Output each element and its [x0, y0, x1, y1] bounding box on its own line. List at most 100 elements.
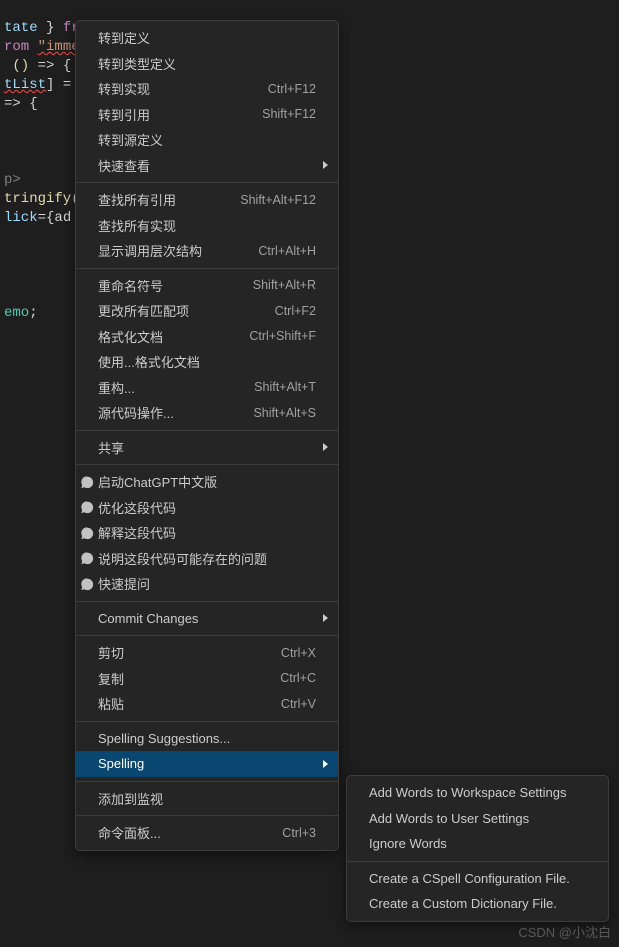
menu-item[interactable]: 解释这段代码 [76, 520, 338, 546]
menu-item[interactable]: 转到源定义 [76, 127, 338, 153]
menu-item[interactable]: 格式化文档 Ctrl+Shift+F [76, 324, 338, 350]
menu-separator [76, 601, 338, 602]
menu-item[interactable]: 复制 Ctrl+C [76, 666, 338, 692]
menu-separator [76, 721, 338, 722]
menu-group: 重命名符号Shift+Alt+R 更改所有匹配项 Ctrl+F2 格式化文档 Ctrl+… [76, 273, 338, 426]
menu-item-label: 粘贴 [98, 694, 269, 713]
menu-item[interactable]: 重构...Shift+Alt+T [76, 375, 338, 401]
menu-item[interactable]: 转到定义 [76, 25, 338, 51]
menu-item-label: 快速查看 [98, 156, 316, 175]
menu-item-label: 剪切 [98, 643, 269, 662]
menu-item-label: Add Words to User Settings [369, 811, 586, 826]
menu-item-shortcut: Ctrl+3 [282, 826, 316, 840]
menu-item-label: 解释这段代码 [98, 523, 316, 542]
menu-item-label: Spelling [98, 756, 316, 771]
menu-separator [347, 861, 608, 862]
menu-item-label: 查找所有引用 [98, 190, 228, 209]
menu-item-label: 源代码操作... [98, 403, 241, 422]
menu-item-label: 共享 [98, 438, 316, 457]
menu-item[interactable]: 转到实现 Ctrl+F12 [76, 76, 338, 102]
chevron-right-icon [323, 443, 328, 451]
menu-item-label: Create a CSpell Configuration File. [369, 871, 586, 886]
menu-item[interactable]: Commit Changes [76, 606, 338, 632]
menu-item-label: 命令面板... [98, 823, 270, 842]
menu-item[interactable]: 快速提问 [76, 571, 338, 597]
menu-item[interactable]: 查找所有引用 Shift+Alt+F12 [76, 187, 338, 213]
menu-item[interactable]: 命令面板... Ctrl+3 [76, 820, 338, 846]
menu-item[interactable]: 优化这段代码 [76, 495, 338, 521]
menu-item-label: Ignore Words [369, 836, 586, 851]
menu-item[interactable]: 剪切Ctrl+X [76, 640, 338, 666]
menu-item-label: 格式化文档 [98, 327, 237, 346]
menu-item[interactable]: 快速查看 [76, 153, 338, 179]
menu-item-label: 重命名符号 [98, 276, 241, 295]
chatgpt-icon [80, 551, 94, 565]
menu-item-label: 启动ChatGPT中文版 [98, 472, 316, 491]
menu-item-shortcut: Ctrl+V [281, 697, 316, 711]
menu-item[interactable]: 粘贴 Ctrl+V [76, 691, 338, 717]
menu-group: Commit Changes [76, 606, 338, 632]
chatgpt-icon [80, 577, 94, 591]
menu-item-label: 转到实现 [98, 79, 256, 98]
menu-separator [76, 268, 338, 269]
menu-item-label: Create a Custom Dictionary File. [369, 896, 586, 911]
menu-separator [76, 182, 338, 183]
menu-item-label: 查找所有实现 [98, 216, 316, 235]
menu-group: 命令面板... Ctrl+3 [76, 820, 338, 846]
menu-item[interactable]: 显示调用层次结构Ctrl+Alt+H [76, 238, 338, 264]
menu-group: Create a CSpell Configuration File. Creat… [347, 866, 608, 917]
menu-group: 启动ChatGPT中文版优化这段代码解释这段代码说明这段代码可能存在的问题快速提… [76, 469, 338, 597]
menu-item-shortcut: Ctrl+Alt+H [258, 244, 316, 258]
menu-item[interactable]: Create a Custom Dictionary File. [347, 891, 608, 917]
chatgpt-icon [80, 475, 94, 489]
chatgpt-icon [80, 500, 94, 514]
watermark: CSDN @小沈白 [518, 922, 611, 941]
context-submenu-spelling: Add Words to Workspace Settings Add Words… [346, 775, 609, 922]
menu-item-label: Commit Changes [98, 611, 316, 626]
menu-item[interactable]: Create a CSpell Configuration File. [347, 866, 608, 892]
chatgpt-icon [80, 526, 94, 540]
menu-item-label: 说明这段代码可能存在的问题 [98, 549, 316, 568]
menu-item-shortcut: Shift+Alt+S [253, 406, 316, 420]
menu-item[interactable]: Add Words to User Settings [347, 806, 608, 832]
menu-item[interactable]: 启动ChatGPT中文版 [76, 469, 338, 495]
menu-item[interactable]: Spelling [76, 751, 338, 777]
menu-item-label: 快速提问 [98, 574, 316, 593]
menu-separator [76, 430, 338, 431]
menu-item-label: 转到源定义 [98, 130, 316, 149]
menu-item[interactable]: 添加到监视 [76, 786, 338, 812]
chevron-right-icon [323, 161, 328, 169]
menu-item-label: 使用...格式化文档 [98, 352, 316, 371]
menu-item-shortcut: Ctrl+C [280, 671, 316, 685]
menu-item[interactable]: 转到类型定义 [76, 51, 338, 77]
menu-item-label: 转到类型定义 [98, 54, 316, 73]
menu-group: 剪切Ctrl+X 复制 Ctrl+C 粘贴 Ctrl+V [76, 640, 338, 717]
chevron-right-icon [323, 614, 328, 622]
menu-item-label: Add Words to Workspace Settings [369, 785, 586, 800]
menu-item-shortcut: Shift+Alt+F12 [240, 193, 316, 207]
context-menu: 转到定义转到类型定义转到实现 Ctrl+F12 转到引用Shift+F12 转到源定义… [75, 20, 339, 851]
menu-item-label: 更改所有匹配项 [98, 301, 263, 320]
menu-item[interactable]: 重命名符号Shift+Alt+R [76, 273, 338, 299]
menu-item-shortcut: Ctrl+Shift+F [249, 329, 316, 343]
menu-separator [76, 781, 338, 782]
menu-item[interactable]: Spelling Suggestions... [76, 726, 338, 752]
menu-group: 转到定义转到类型定义转到实现 Ctrl+F12 转到引用Shift+F12 转到源定义… [76, 25, 338, 178]
menu-separator [76, 635, 338, 636]
menu-item[interactable]: 源代码操作... Shift+Alt+S [76, 400, 338, 426]
menu-item[interactable]: 转到引用Shift+F12 [76, 102, 338, 128]
menu-item-label: 复制 [98, 669, 268, 688]
menu-item[interactable]: Ignore Words [347, 831, 608, 857]
menu-item-label: Spelling Suggestions... [98, 731, 316, 746]
menu-item[interactable]: 更改所有匹配项 Ctrl+F2 [76, 298, 338, 324]
menu-item[interactable]: 查找所有实现 [76, 213, 338, 239]
menu-item-label: 优化这段代码 [98, 498, 316, 517]
menu-item[interactable]: 共享 [76, 435, 338, 461]
menu-item-label: 转到引用 [98, 105, 250, 124]
menu-item[interactable]: 说明这段代码可能存在的问题 [76, 546, 338, 572]
menu-group: Spelling Suggestions... Spelling [76, 726, 338, 777]
menu-item-shortcut: Ctrl+F2 [275, 304, 316, 318]
menu-item-shortcut: Ctrl+F12 [268, 82, 316, 96]
menu-item[interactable]: Add Words to Workspace Settings [347, 780, 608, 806]
menu-item[interactable]: 使用...格式化文档 [76, 349, 338, 375]
